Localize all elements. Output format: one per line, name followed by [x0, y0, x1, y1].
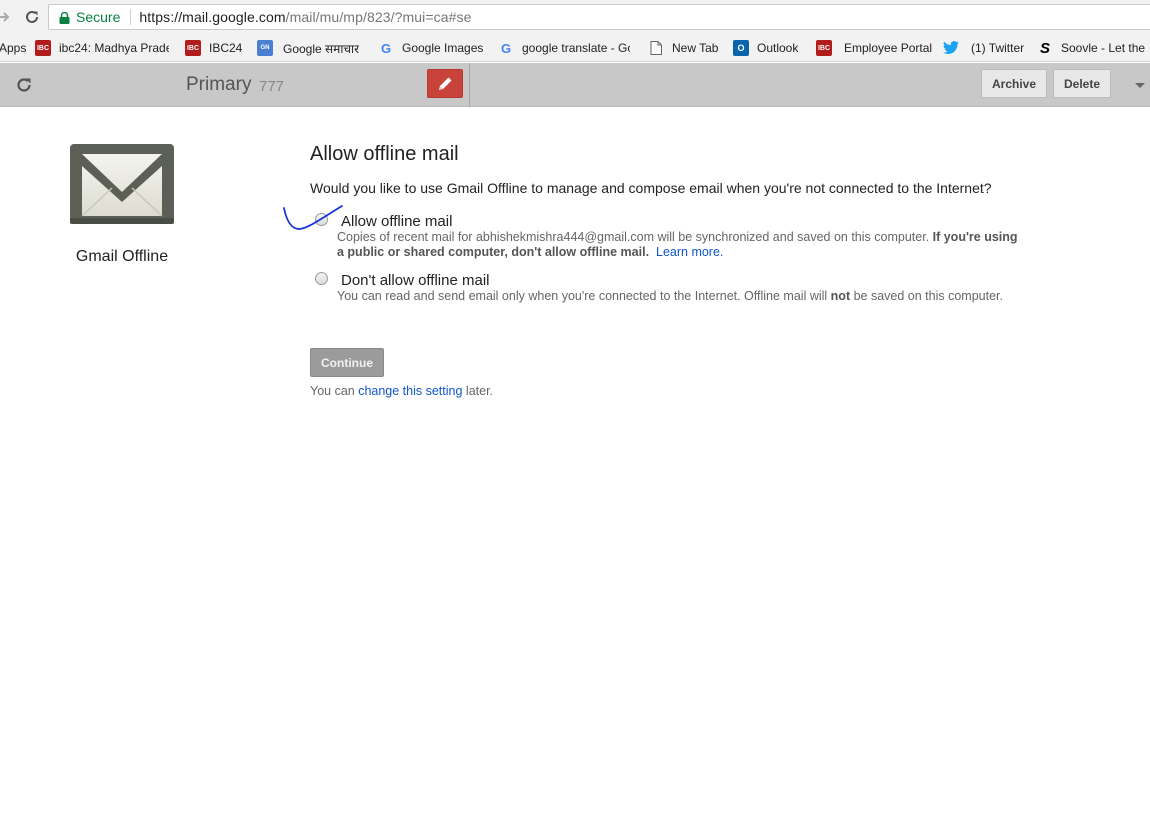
google-news-icon: GN — [257, 40, 273, 56]
gmail-offline-caption: Gmail Offline — [75, 248, 169, 265]
bookmark-label: (1) Twitter — [971, 41, 1025, 55]
folder-title[interactable]: Primary — [186, 74, 251, 96]
google-icon: G — [380, 40, 392, 56]
offline-question: Would you like to use Gmail Offline to m… — [310, 180, 992, 196]
more-options-chevron-down-icon[interactable] — [1135, 83, 1145, 88]
learn-more-link[interactable]: Learn more. — [656, 245, 723, 259]
bookmark-new-tab[interactable]: New Tab — [648, 40, 718, 56]
bookmark-label: Google Images — [402, 41, 484, 55]
page-title: Allow offline mail — [310, 143, 459, 165]
toolbar-divider — [469, 63, 470, 107]
bookmark-twitter[interactable]: (1) Twitter — [943, 40, 1024, 56]
soovle-icon: S — [1039, 39, 1050, 57]
browser-address-bar: Secure https://mail.google.com/mail/mu/m… — [0, 0, 1150, 34]
allow-desc-text: Copies of recent mail for abhishekmishra… — [337, 230, 933, 244]
bookmark-label: New Tab — [672, 41, 719, 55]
bookmark-google-images[interactable]: G Google Images — [378, 40, 483, 56]
secure-label: Secure — [76, 9, 121, 25]
later-after: later. — [462, 384, 494, 398]
page-icon — [648, 40, 664, 56]
deny-desc-after: be saved on this computer. — [850, 289, 1003, 303]
unread-count: 777 — [259, 78, 285, 95]
handwritten-checkmark-icon — [283, 205, 343, 230]
continue-button[interactable]: Continue — [310, 348, 384, 377]
pencil-icon — [439, 77, 452, 90]
google-icon: G — [500, 40, 512, 56]
bookmark-label: Outlook — [757, 41, 799, 55]
archive-button[interactable]: Archive — [981, 69, 1047, 98]
url-host: https://mail.google.com — [139, 9, 286, 25]
bookmark-ibc24-madhya[interactable]: IBC ibc24: Madhya Prade — [35, 40, 169, 56]
bookmark-label: Google समाचार — [283, 41, 360, 56]
bookmark-outlook[interactable]: O Outlook — [733, 40, 798, 56]
deny-offline-description: You can read and send email only when yo… — [337, 289, 1027, 304]
refresh-icon[interactable] — [14, 75, 34, 95]
bookmark-label: Employee Portal — [844, 41, 933, 55]
bookmarks-bar: Apps IBC ibc24: Madhya Prade IBC IBC24 G… — [0, 34, 1150, 62]
deny-offline-label[interactable]: Don't allow offline mail — [341, 272, 490, 289]
reload-icon[interactable] — [22, 7, 42, 27]
gmail-offline-envelope-icon — [70, 144, 174, 224]
bookmark-label: ibc24: Madhya Prade — [59, 41, 169, 55]
lock-icon — [59, 11, 70, 24]
ibc24-icon: IBC — [185, 40, 201, 56]
compose-button[interactable] — [427, 69, 463, 98]
allow-offline-description: Copies of recent mail for abhishekmishra… — [337, 230, 1027, 260]
change-setting-note: You can change this setting later. — [310, 384, 493, 398]
allow-offline-label[interactable]: Allow offline mail — [341, 213, 452, 230]
bookmark-soovle[interactable]: S Soovle - Let the — [1037, 39, 1146, 57]
ibc24-icon: IBC — [35, 40, 51, 56]
url-path: /mail/mu/mp/823/?mui=ca#se — [285, 9, 472, 25]
url-text: https://mail.google.com/mail/mu/mp/823/?… — [139, 9, 471, 25]
later-before: You can — [310, 384, 359, 398]
bookmark-google-translate[interactable]: G google translate - Go — [498, 40, 630, 56]
delete-button[interactable]: Delete — [1053, 69, 1111, 98]
outlook-icon: O — [733, 40, 749, 56]
bookmark-apps[interactable]: Apps — [0, 40, 26, 56]
deny-offline-radio[interactable] — [315, 272, 328, 285]
bookmark-label: google translate - Go — [522, 41, 630, 55]
bookmark-ibc24[interactable]: IBC IBC24 — [185, 40, 242, 56]
url-bar[interactable]: Secure https://mail.google.com/mail/mu/m… — [48, 4, 1150, 30]
twitter-icon — [943, 40, 959, 56]
bookmark-label: Soovle - Let the — [1061, 41, 1146, 55]
bookmark-label: IBC24 — [209, 41, 243, 55]
ibc24-icon: IBC — [816, 40, 832, 56]
omnibox-separator — [130, 9, 132, 25]
bookmark-label: Apps — [0, 41, 27, 55]
deny-desc-bold: not — [830, 289, 851, 303]
deny-desc-before: You can read and send email only when yo… — [337, 289, 831, 303]
forward-icon[interactable] — [0, 7, 14, 27]
gmail-toolbar: Primary 777 Archive Delete — [0, 63, 1150, 107]
bookmark-employee-portal[interactable]: IBC Employee Portal — [816, 40, 932, 56]
bookmark-google-news[interactable]: GN Google समाचार — [257, 40, 359, 56]
change-setting-link[interactable]: change this setting — [358, 384, 462, 398]
